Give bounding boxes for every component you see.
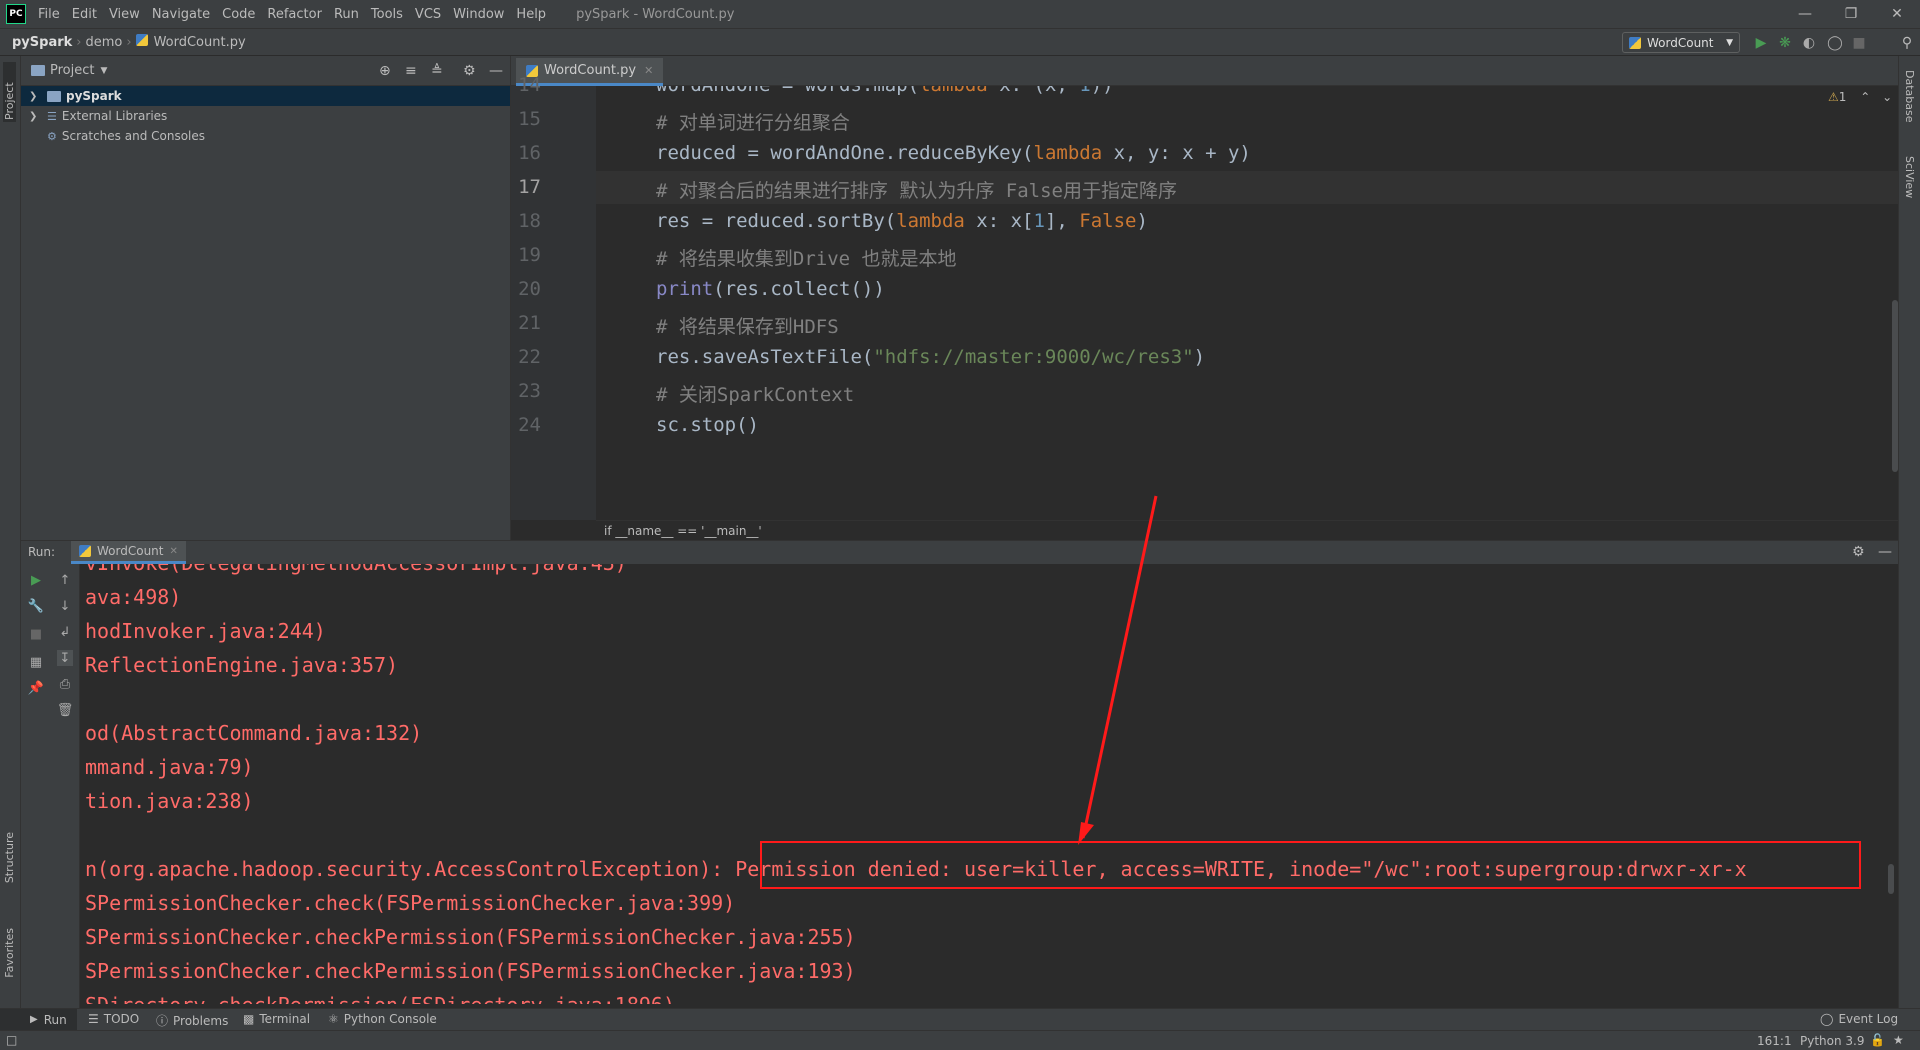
run-icon: ▶ [30, 1014, 38, 1025]
tool-tab-label: Run [43, 1012, 67, 1027]
notifications-icon[interactable]: ★ [1893, 1033, 1904, 1047]
event-log-label: Event Log [1838, 1012, 1899, 1026]
tool-tab-python-console[interactable]: ⚛ Python Console [328, 1012, 437, 1026]
annotation-arrow [1078, 495, 1158, 845]
toggle-tool-windows-icon[interactable]: □ [6, 1033, 17, 1047]
python-console-icon: ⚛ [328, 1012, 339, 1026]
tool-tab-problems[interactable]: ⓘ Problems [156, 1012, 228, 1029]
interpreter-status[interactable]: Python 3.9 [1800, 1034, 1865, 1048]
lock-icon[interactable]: 🔓 [1870, 1033, 1885, 1047]
problems-icon: ⓘ [156, 1014, 169, 1028]
terminal-icon: ▩ [243, 1012, 255, 1026]
tool-tab-run[interactable]: ▶ Run [0, 1009, 77, 1030]
tool-tab-label: Terminal [259, 1012, 311, 1026]
tool-tab-terminal[interactable]: ▩ Terminal [243, 1012, 310, 1026]
tool-tab-label: TODO [103, 1012, 140, 1026]
bottom-tool-bar: ▶ Run ☰ TODO ⓘ Problems ▩ Terminal ⚛ Python C… [0, 1008, 1920, 1030]
event-log-icon: ◯ [1820, 1012, 1834, 1026]
status-bar: □ 161:1 Python 3.9 🔓 ★ [0, 1030, 1920, 1050]
todo-icon: ☰ [88, 1012, 99, 1026]
caret-position[interactable]: 161:1 [1757, 1034, 1792, 1048]
tool-tab-todo[interactable]: ☰ TODO [88, 1012, 139, 1026]
tool-tab-label: Problems [173, 1013, 229, 1028]
tool-tab-label: Python Console [343, 1012, 437, 1026]
event-log-button[interactable]: ◯ Event Log [1820, 1012, 1898, 1026]
